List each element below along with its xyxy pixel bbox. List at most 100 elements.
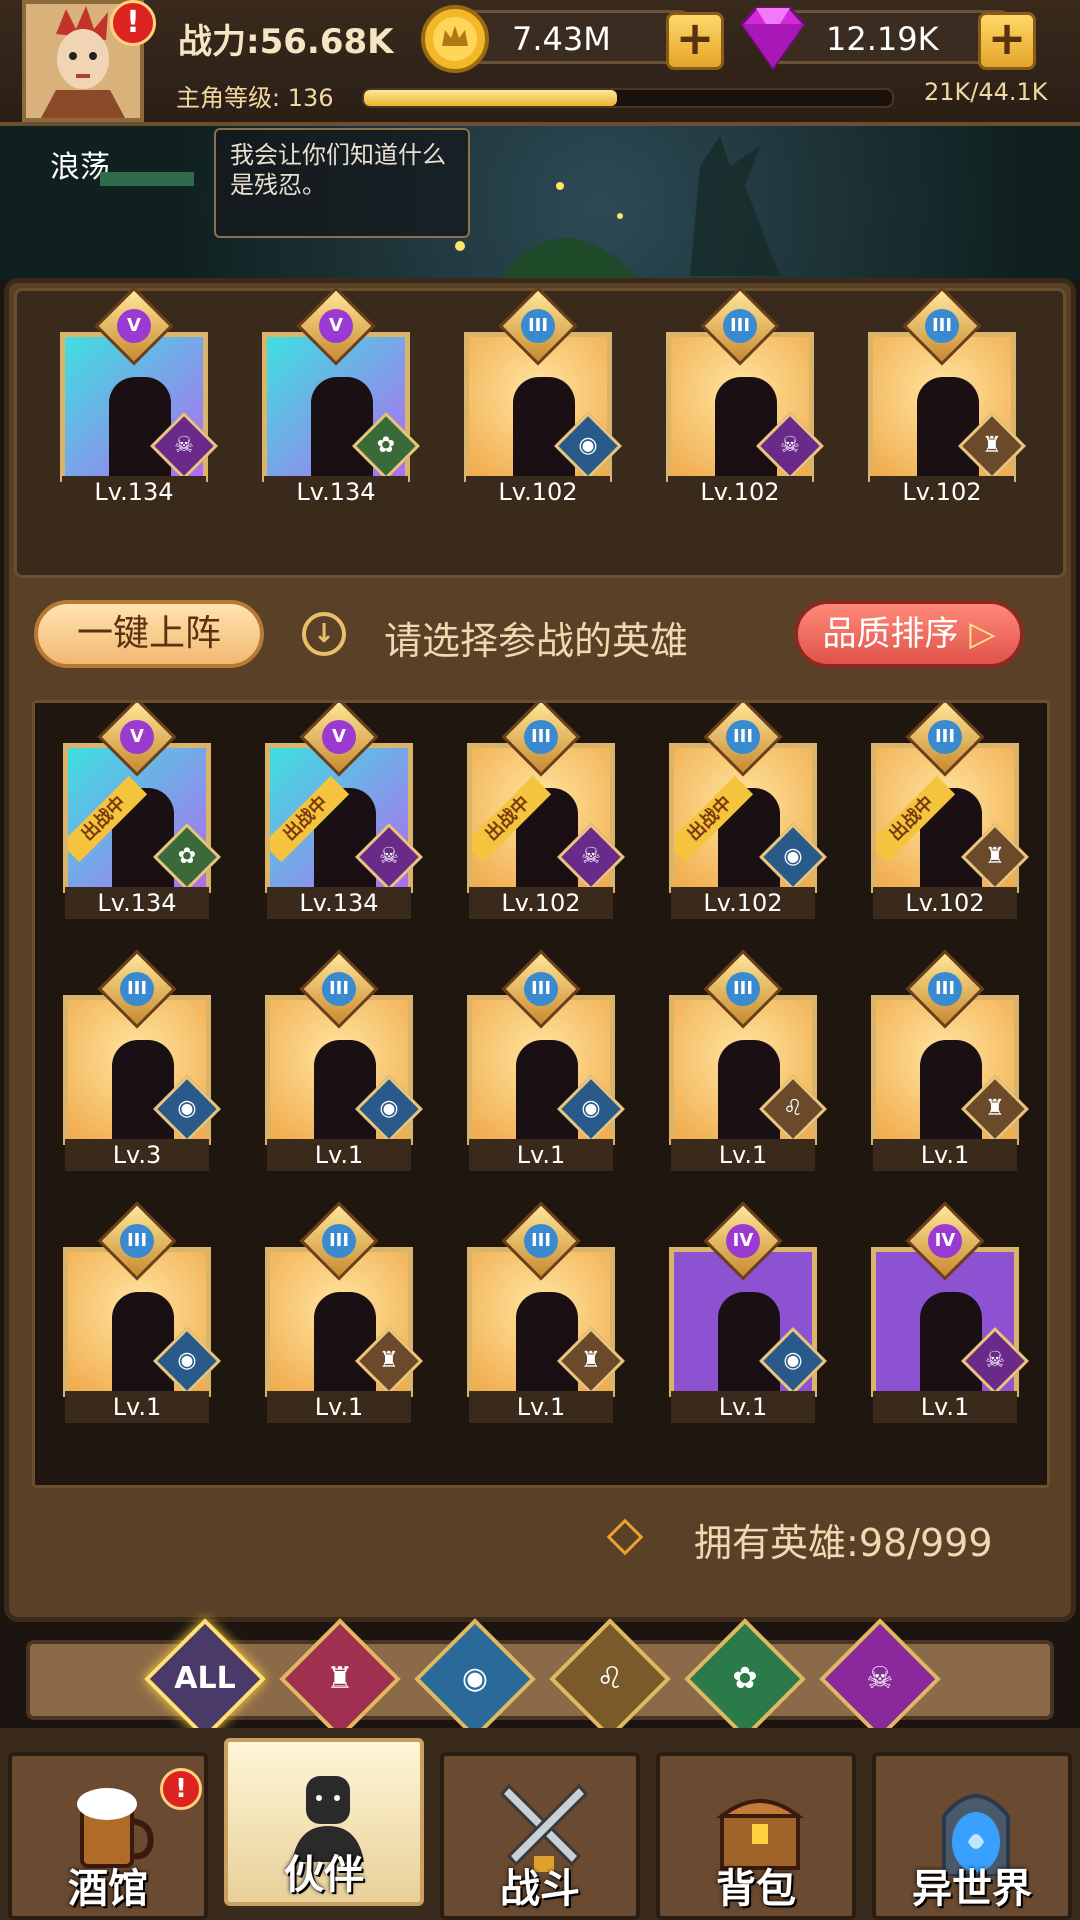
gold-amount: 7.43M	[512, 20, 611, 58]
hero-card[interactable]: IV ☠ Lv.1	[867, 1201, 1029, 1423]
hero-card[interactable]: IV ◉ Lv.1	[665, 1201, 827, 1423]
hero-level: Lv.1	[267, 1391, 411, 1423]
hero-level: Lv.102	[668, 476, 812, 508]
rank-numeral: III	[322, 1224, 356, 1258]
level-value: 136	[287, 84, 334, 112]
owned-label: 拥有英雄:	[694, 1521, 859, 1565]
filter-demon[interactable]: ☠	[819, 1618, 941, 1740]
hero-level: Lv.1	[873, 1391, 1017, 1423]
hero-silhouette	[516, 1040, 578, 1140]
add-gold-button[interactable]: +	[666, 12, 724, 70]
rank-numeral: III	[925, 309, 959, 343]
chevron-right-icon: ▷	[969, 614, 996, 654]
filter-all-label: ALL	[174, 1661, 236, 1696]
nav-label: 异世界	[912, 1866, 1032, 1912]
rank-numeral: III	[524, 972, 558, 1006]
gold-coin-icon	[420, 4, 490, 74]
hero-card[interactable]: 出战中 III ♜ Lv.102	[867, 703, 1029, 919]
hero-card[interactable]: III ♜ Lv.1	[463, 1201, 625, 1423]
rank-numeral: III	[726, 972, 760, 1006]
hero-card[interactable]: III ♜ Lv.1	[261, 1201, 423, 1423]
rank-numeral: III	[524, 1224, 558, 1258]
rank-numeral: IV	[726, 1224, 760, 1258]
nav-label: 酒馆	[68, 1866, 148, 1912]
hero-card[interactable]: III ♌ Lv.1	[665, 949, 827, 1171]
gem-amount: 12.19K	[826, 20, 939, 58]
filter-elf[interactable]: ✿	[684, 1618, 806, 1740]
rank-numeral: V	[322, 720, 356, 754]
avatar-alert-badge: !	[110, 0, 156, 46]
hero-level: Lv.134	[65, 887, 209, 919]
quality-sort-button[interactable]: 品质排序 ▷	[794, 600, 1024, 668]
hero-level: Lv.1	[469, 1139, 613, 1171]
rank-numeral: III	[524, 720, 558, 754]
nav-tab-otherworld[interactable]: 异世界	[872, 1752, 1072, 1920]
hero-card[interactable]: III ◉ Lv.1	[261, 949, 423, 1171]
nav-tab-battle[interactable]: 战斗	[440, 1752, 640, 1920]
hero-card[interactable]: 出战中 V ☠ Lv.134	[261, 703, 423, 919]
hero-card[interactable]: III ♜ Lv.1	[867, 949, 1029, 1171]
owned-heroes: 拥有英雄:98/999	[694, 1512, 993, 1567]
hero-level: Lv.1	[671, 1139, 815, 1171]
exp-bar	[362, 88, 894, 108]
filter-fish[interactable]: ◉	[414, 1618, 536, 1740]
hero-silhouette	[917, 377, 979, 477]
rank-numeral: IV	[928, 1224, 962, 1258]
hero-card[interactable]: 出战中 V ✿ Lv.134	[59, 703, 221, 919]
hero-level: Lv.102	[873, 887, 1017, 919]
rank-numeral: III	[120, 972, 154, 1006]
hero-level: Lv.1	[267, 1139, 411, 1171]
nav-label: 背包	[716, 1866, 796, 1912]
filter-knight[interactable]: ♜	[279, 1618, 401, 1740]
hero-level: Lv.3	[65, 1139, 209, 1171]
hero-card[interactable]: 出战中 III ◉ Lv.102	[665, 703, 827, 919]
hero-silhouette	[920, 1040, 982, 1140]
tavern-alert-badge: !	[160, 1768, 202, 1810]
hero-card[interactable]: V ☠ Lv.134	[56, 286, 218, 508]
level-label: 主角等级:	[176, 84, 281, 112]
hero-level: Lv.134	[267, 887, 411, 919]
combat-power: 战力:56.68K	[178, 22, 394, 62]
nav-tab-partner[interactable]: 伙伴	[224, 1738, 424, 1906]
exp-bar-fill	[364, 90, 618, 106]
hero-level: Lv.134	[62, 476, 206, 508]
hero-level: Lv.102	[870, 476, 1014, 508]
hero-silhouette	[311, 377, 373, 477]
hero-level: Lv.102	[469, 887, 613, 919]
gem-icon	[732, 2, 814, 74]
hero-card[interactable]: 出战中 III ☠ Lv.102	[463, 703, 625, 919]
hero-silhouette	[516, 1292, 578, 1392]
filter-lion[interactable]: ♌	[549, 1618, 671, 1740]
nav-tab-bag[interactable]: 背包	[656, 1752, 856, 1920]
hero-level: Lv.102	[671, 887, 815, 919]
hero-level: Lv.102	[466, 476, 610, 508]
hero-silhouette	[112, 1292, 174, 1392]
hero-silhouette	[513, 377, 575, 477]
hero-card[interactable]: V ✿ Lv.134	[258, 286, 420, 508]
hero-silhouette	[314, 1292, 376, 1392]
hero-card[interactable]: III ◉ Lv.1	[59, 1201, 221, 1423]
hero-level: Lv.1	[65, 1391, 209, 1423]
select-hero-hint: 请选择参战的英雄	[384, 619, 689, 663]
filter-all[interactable]: ALL	[144, 1618, 266, 1740]
demon-faction-icon: ☠	[866, 1661, 894, 1696]
one-key-deploy-button[interactable]: 一键上阵	[34, 600, 264, 668]
lion-faction-icon: ♌	[596, 1661, 624, 1696]
hero-card[interactable]: III ◉ Lv.3	[59, 949, 221, 1171]
hero-list[interactable]: 出战中 V ✿ Lv.134 出战中 V ☠ Lv.134 出战中 III ☠ Lv.102 出战中 II…	[32, 700, 1050, 1488]
hero-silhouette	[109, 377, 171, 477]
hero-card[interactable]: III ♜ Lv.102	[864, 286, 1026, 508]
hero-card[interactable]: III ☠ Lv.102	[662, 286, 824, 508]
hero-silhouette	[920, 1292, 982, 1392]
down-arrow-icon: ↓	[302, 612, 346, 656]
owned-count: 98/999	[858, 1521, 993, 1565]
hero-card[interactable]: III ◉ Lv.102	[460, 286, 622, 508]
hero-level: Lv.1	[469, 1391, 613, 1423]
add-gem-button[interactable]: +	[978, 12, 1036, 70]
rank-numeral: III	[928, 972, 962, 1006]
hero-silhouette	[718, 1292, 780, 1392]
rank-numeral: V	[120, 720, 154, 754]
hero-card[interactable]: III ◉ Lv.1	[463, 949, 625, 1171]
knight-faction-icon: ♜	[326, 1661, 354, 1696]
rank-numeral: III	[521, 309, 555, 343]
